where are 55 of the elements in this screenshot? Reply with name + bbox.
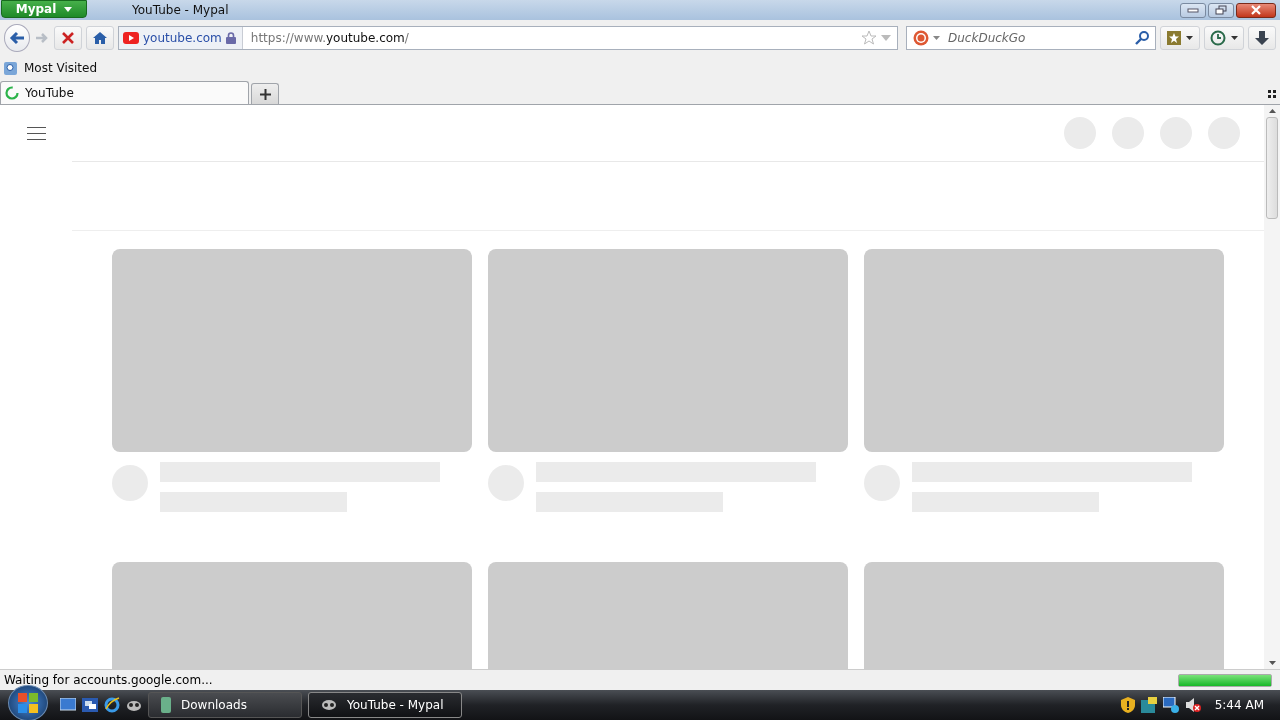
window-title: YouTube - Mypal xyxy=(132,3,229,17)
taskbar-button[interactable]: YouTube - Mypal xyxy=(308,692,462,718)
star-icon xyxy=(1167,31,1181,45)
scroll-up-icon[interactable] xyxy=(1268,109,1276,113)
lock-icon xyxy=(225,32,236,44)
back-arrow-icon xyxy=(8,31,25,45)
caret-icon xyxy=(1231,36,1238,40)
history-button[interactable] xyxy=(1204,26,1244,50)
app-menu-button[interactable]: Mypal xyxy=(1,0,87,18)
network-icon[interactable] xyxy=(1162,697,1179,713)
bookmarks-button[interactable] xyxy=(1160,26,1200,50)
close-button[interactable] xyxy=(1236,2,1276,18)
windows-logo-icon xyxy=(17,692,39,714)
tab-list-icon[interactable] xyxy=(1268,90,1276,98)
restore-icon xyxy=(1215,5,1227,15)
stop-icon xyxy=(62,32,74,44)
scroll-down-icon[interactable] xyxy=(1268,661,1276,665)
caret-icon[interactable] xyxy=(933,36,940,40)
caret-icon xyxy=(64,6,73,12)
back-button[interactable] xyxy=(4,24,30,52)
search-bar[interactable]: DuckDuckGo xyxy=(906,26,1156,50)
windows-icon[interactable] xyxy=(82,698,98,712)
browser-icon[interactable] xyxy=(104,697,120,713)
plus-icon xyxy=(259,88,271,100)
caret-icon xyxy=(1186,36,1193,40)
shield-icon[interactable] xyxy=(1120,697,1135,713)
video-logo-icon xyxy=(123,32,139,44)
forward-arrow-icon xyxy=(34,32,49,44)
minimize-icon xyxy=(1187,7,1199,13)
clock: 5:44 AM xyxy=(1214,698,1264,712)
start-button[interactable] xyxy=(8,685,48,720)
bookmark-folder[interactable]: Most Visited xyxy=(4,61,98,75)
close-icon xyxy=(1251,5,1261,15)
download-arrow-icon xyxy=(1255,30,1269,46)
star-icon[interactable] xyxy=(861,30,877,46)
scrollbar-thumb[interactable] xyxy=(1266,117,1278,219)
muted-speaker-icon[interactable] xyxy=(1184,697,1201,713)
site-identity-button[interactable]: youtube.com xyxy=(119,27,243,49)
desktop-icon[interactable] xyxy=(60,698,76,712)
browser-tab[interactable]: YouTube xyxy=(0,81,249,104)
restore-button[interactable] xyxy=(1208,2,1234,18)
home-icon xyxy=(92,31,108,45)
home-button[interactable] xyxy=(86,26,114,50)
address-field[interactable]: https://www.youtube.com/ xyxy=(246,31,857,45)
menu-icon[interactable] xyxy=(26,127,46,140)
status-text: Waiting for accounts.google.com... xyxy=(4,673,213,687)
downloads-button[interactable] xyxy=(1248,26,1276,50)
clock-icon xyxy=(1210,30,1226,46)
minimize-button[interactable] xyxy=(1180,2,1206,18)
search-icon[interactable] xyxy=(1135,31,1149,45)
taskbar-button[interactable]: Downloads xyxy=(148,692,302,718)
stop-button[interactable] xyxy=(54,26,82,50)
site-domain: youtube.com xyxy=(143,31,222,45)
new-tab-button[interactable] xyxy=(251,83,279,104)
window-icon[interactable] xyxy=(1140,697,1157,713)
